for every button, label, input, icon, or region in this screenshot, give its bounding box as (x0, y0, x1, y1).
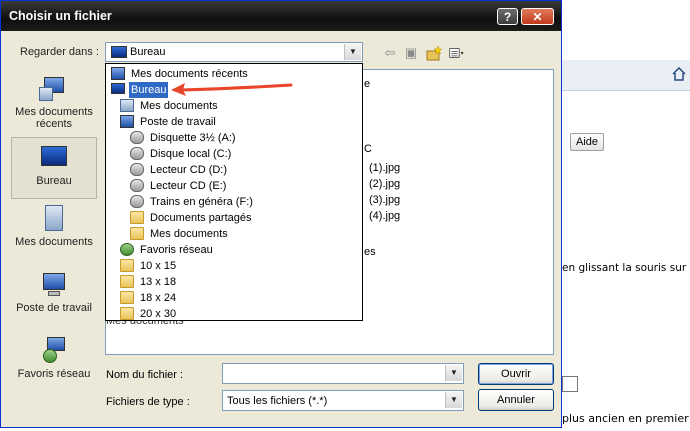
dropdown-item-label: Poste de travail (140, 116, 216, 128)
lookin-value: Bureau (130, 46, 166, 58)
file-list-item[interactable]: (2).jpg (369, 178, 400, 190)
my-documents-icon (120, 99, 134, 112)
place-label: Mes documents récents (15, 106, 93, 130)
background-sort-text: plus ancien en premier (562, 412, 689, 425)
network-icon (39, 337, 69, 365)
annotation-arrow-icon (171, 83, 293, 96)
new-folder-icon[interactable] (426, 45, 442, 61)
desktop-icon (39, 144, 69, 172)
cancel-button[interactable]: Annuler (478, 389, 554, 411)
chevron-down-icon[interactable]: ▼ (445, 365, 462, 381)
filename-combobox[interactable]: ▼ (222, 363, 464, 384)
floppy-drive-icon (130, 131, 144, 144)
open-button[interactable]: Ouvrir (478, 363, 554, 385)
desktop-icon (111, 83, 125, 94)
dialog-titlebar[interactable]: Choisir un fichier ? ✕ (1, 1, 561, 31)
dropdown-item-label: Mes documents (140, 100, 218, 112)
dropdown-item-label: Documents partagés (150, 212, 252, 224)
file-list-item[interactable]: (1).jpg (369, 162, 400, 174)
place-desktop[interactable]: Bureau (11, 137, 97, 199)
lookin-dropdown-list[interactable]: Mes documents récents Bureau Mes documen… (105, 63, 363, 321)
place-network-places[interactable]: Favoris réseau (11, 337, 97, 380)
place-label: Mes documents (15, 236, 93, 248)
place-label: Bureau (36, 175, 72, 187)
dropdown-item-label: Lecteur CD (E:) (150, 180, 227, 192)
places-bar: Mes documents récents Bureau Mes documen… (9, 69, 99, 399)
file-list-item[interactable]: C (364, 143, 372, 155)
file-list-item[interactable]: (3).jpg (369, 194, 400, 206)
file-list-item[interactable]: (4).jpg (369, 210, 400, 222)
filetype-label: Fichiers de type : (106, 396, 190, 408)
dropdown-item-label: 10 x 15 (140, 260, 177, 272)
recent-docs-icon (39, 75, 69, 103)
lookin-combobox[interactable]: Bureau ▼ (105, 42, 363, 62)
dropdown-item-label: 18 x 24 (140, 292, 177, 304)
dropdown-item-label: Bureau (127, 81, 170, 99)
cd-drive-icon (130, 163, 144, 176)
place-my-documents[interactable]: Mes documents (11, 205, 97, 248)
dropdown-item-label: Trains en généra (F:) (150, 196, 253, 208)
recent-docs-icon (111, 67, 125, 80)
folder-icon (130, 211, 144, 224)
folder-icon (120, 307, 134, 320)
hard-drive-icon (130, 147, 144, 160)
dropdown-item-label: 20 x 30 (140, 308, 177, 320)
my-documents-icon (39, 205, 69, 233)
place-my-computer[interactable]: Poste de travail (11, 271, 97, 314)
views-menu-icon[interactable] (449, 45, 465, 61)
place-label: Favoris réseau (17, 368, 91, 380)
home-icon[interactable] (672, 67, 686, 81)
network-icon (120, 243, 134, 256)
computer-icon (39, 271, 69, 299)
folder-icon (120, 275, 134, 288)
file-open-dialog: Choisir un fichier ? ✕ Regarder dans : B… (0, 0, 562, 428)
filename-label: Nom du fichier : (106, 369, 184, 381)
filetype-value: Tous les fichiers (*.*) (227, 395, 328, 407)
dropdown-item-label: Mes documents (150, 228, 228, 240)
folder-icon (120, 291, 134, 304)
cd-drive-icon (130, 179, 144, 192)
chevron-down-icon[interactable]: ▼ (445, 392, 462, 408)
folder-icon (120, 259, 134, 272)
place-recent-documents[interactable]: Mes documents récents (11, 75, 97, 130)
lookin-label: Regarder dans : (20, 46, 99, 58)
dropdown-item-label: Disque local (C:) (150, 148, 232, 160)
aide-button[interactable]: Aide (570, 133, 604, 151)
dropdown-item-label: Lecteur CD (D:) (150, 164, 228, 176)
file-list-item[interactable]: es (364, 246, 376, 258)
help-button[interactable]: ? (497, 8, 518, 25)
back-icon[interactable]: ⇦ (382, 45, 398, 61)
desktop-icon (111, 46, 127, 58)
dialog-title: Choisir un fichier (9, 9, 112, 23)
dropdown-item-label: 13 x 18 (140, 276, 177, 288)
folder-icon (130, 227, 144, 240)
computer-icon (120, 115, 134, 128)
background-instruction-text: en glissant la souris sur (562, 262, 687, 274)
file-list-item[interactable]: e (364, 78, 370, 90)
up-folder-icon[interactable]: ▣ (403, 45, 419, 61)
chevron-down-icon[interactable]: ▼ (344, 44, 361, 60)
filetype-combobox[interactable]: Tous les fichiers (*.*) ▼ (222, 390, 464, 411)
background-toolbar (560, 60, 690, 91)
background-checkbox[interactable] (562, 376, 578, 392)
dropdown-item-label: Favoris réseau (140, 244, 213, 256)
drive-icon (130, 195, 144, 208)
place-label: Poste de travail (16, 302, 92, 314)
close-button[interactable]: ✕ (521, 8, 554, 25)
dropdown-item-label: Disquette 3½ (A:) (150, 132, 236, 144)
